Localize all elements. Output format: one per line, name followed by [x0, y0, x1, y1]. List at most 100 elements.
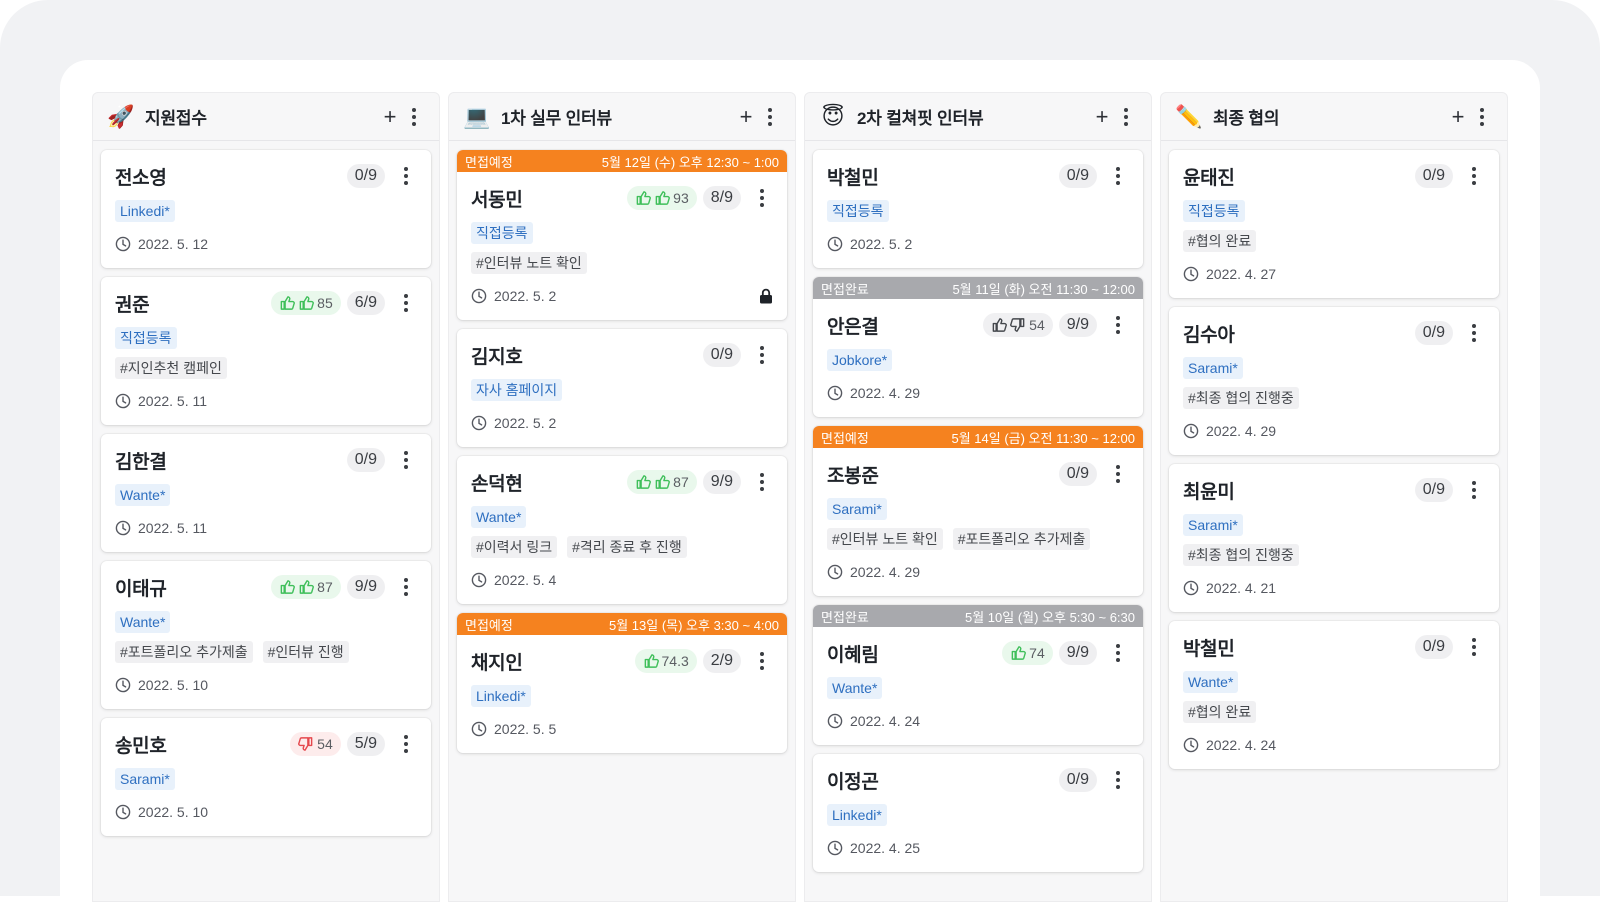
column-title: 2차 컬쳐핏 인터뷰: [857, 109, 984, 128]
tag-row: 직접등록: [115, 327, 417, 349]
clock-icon: [827, 840, 843, 856]
candidate-card[interactable]: 면접예정 5월 12일 (수) 오후 12:30 ~ 1:00 서동민 93 8/9 직접…: [457, 150, 787, 320]
applied-date: 2022. 4. 24: [850, 713, 921, 729]
candidate-card[interactable]: 박철민 0/9 Wante* #협의 완료 2022. 4. 24: [1169, 621, 1499, 769]
lock-icon: [760, 288, 772, 304]
tag-row: #최종 협의 진행중: [1183, 387, 1485, 409]
card-menu-button[interactable]: [1107, 767, 1129, 793]
candidate-card[interactable]: 김한결 0/9 Wante* 2022. 5. 11: [101, 434, 431, 552]
angel-face-icon: 😇: [821, 103, 845, 129]
tag-row: 자사 홈페이지: [471, 379, 773, 401]
tag-row: #이력서 링크 #격리 종료 후 진행: [471, 536, 773, 558]
applied-date-row: 2022. 5. 11: [115, 391, 417, 411]
card-menu-button[interactable]: [751, 648, 773, 674]
memo-tag: #최종 협의 진행중: [1183, 387, 1299, 409]
candidate-card[interactable]: 전소영 0/9 Linkedi* 2022. 5. 12: [101, 150, 431, 268]
laptop-icon: 💻: [463, 103, 491, 129]
card-menu-button[interactable]: [395, 163, 417, 189]
candidate-name: 서동민: [471, 189, 523, 211]
candidate-name: 김지호: [471, 346, 523, 368]
card-menu-button[interactable]: [1463, 163, 1485, 189]
card-menu-button[interactable]: [1107, 163, 1129, 189]
clock-icon: [115, 393, 131, 409]
card-menu-button[interactable]: [1463, 320, 1485, 346]
card-menu-button[interactable]: [395, 574, 417, 600]
card-menu-button[interactable]: [751, 185, 773, 211]
column-menu-button[interactable]: [403, 104, 425, 130]
applied-date-row: 2022. 5. 10: [115, 675, 417, 695]
add-card-button[interactable]: +: [1089, 104, 1115, 130]
candidate-card[interactable]: 면접예정 5월 13일 (목) 오후 3:30 ~ 4:00 채지인 74.3 2/9 L…: [457, 613, 787, 753]
card-menu-button[interactable]: [1463, 477, 1485, 503]
interview-time: 5월 11일 (화) 오전 11:30 ~ 12:00: [952, 281, 1135, 297]
candidate-card[interactable]: 박철민 0/9 직접등록 2022. 5. 2: [813, 150, 1143, 268]
candidate-card[interactable]: 면접예정 5월 14일 (금) 오전 11:30 ~ 12:00 조봉준 0/9 Sar…: [813, 426, 1143, 596]
candidate-card[interactable]: 권준 85 6/9 직접등록 #지인추천 캠페인 2022. 5. 11: [101, 277, 431, 425]
source-tag: Sarami*: [827, 498, 887, 520]
interview-time: 5월 14일 (금) 오전 11:30 ~ 12:00: [951, 430, 1135, 446]
card-header-row: 권준 85 6/9: [115, 287, 417, 319]
add-card-button[interactable]: +: [1445, 104, 1471, 130]
candidate-card[interactable]: 손덕현 87 9/9 Wante* #이력서 링크 #격리 종료 후 진행 2022. 5.…: [457, 456, 787, 604]
candidate-card[interactable]: 김지호 0/9 자사 홈페이지 2022. 5. 2: [457, 329, 787, 447]
column-header: 😇 2차 컬쳐핏 인터뷰 +: [805, 93, 1151, 141]
candidate-card[interactable]: 면접완료 5월 11일 (화) 오전 11:30 ~ 12:00 안은결 54 9/9 J…: [813, 277, 1143, 417]
card-body: 박철민 0/9 Wante* #협의 완료 2022. 4. 24: [1169, 621, 1499, 769]
card-menu-button[interactable]: [1107, 312, 1129, 338]
memo-tag: #인터뷰 노트 확인: [471, 252, 587, 274]
card-menu-button[interactable]: [751, 469, 773, 495]
tag-row: #최종 협의 진행중: [1183, 544, 1485, 566]
applied-date: 2022. 5. 12: [138, 236, 209, 252]
column-menu-button[interactable]: [1115, 104, 1137, 130]
candidate-card[interactable]: 윤태진 0/9 직접등록 #협의 완료 2022. 4. 27: [1169, 150, 1499, 298]
card-menu-button[interactable]: [395, 290, 417, 316]
evaluation-score: 74.3: [661, 653, 689, 669]
card-list: 면접예정 5월 12일 (수) 오후 12:30 ~ 1:00 서동민 93 8/9 직접…: [449, 141, 795, 753]
add-card-button[interactable]: +: [733, 104, 759, 130]
column-menu-button[interactable]: [759, 104, 781, 130]
evaluation-badge: 87: [627, 470, 697, 494]
card-menu-button[interactable]: [1107, 461, 1129, 487]
clock-icon: [1183, 423, 1199, 439]
source-tag: 직접등록: [827, 200, 889, 222]
add-card-button[interactable]: +: [377, 104, 403, 130]
card-menu-button[interactable]: [395, 447, 417, 473]
card-body: 채지인 74.3 2/9 Linkedi* 2022. 5. 5: [457, 635, 787, 753]
candidate-card[interactable]: 최윤미 0/9 Sarami* #최종 협의 진행중 2022. 4. 21: [1169, 464, 1499, 612]
clock-icon: [827, 564, 843, 580]
card-menu-button[interactable]: [1107, 640, 1129, 666]
column-menu-button[interactable]: [1471, 104, 1493, 130]
candidate-name: 손덕현: [471, 473, 523, 495]
source-tag: Wante*: [1183, 671, 1239, 693]
candidate-card[interactable]: 김수아 0/9 Sarami* #최종 협의 진행중 2022. 4. 29: [1169, 307, 1499, 455]
clock-icon: [115, 236, 131, 252]
source-tag: 직접등록: [471, 222, 533, 244]
candidate-name: 박철민: [1183, 638, 1235, 660]
candidate-card[interactable]: 송민호 54 5/9 Sarami* 2022. 5. 10: [101, 718, 431, 836]
card-body: 권준 85 6/9 직접등록 #지인추천 캠페인 2022. 5. 11: [101, 277, 431, 425]
pencil-icon: ✏️: [1175, 103, 1203, 129]
applied-date: 2022. 5. 11: [138, 520, 208, 536]
memo-tag: #지인추천 캠페인: [115, 357, 227, 379]
candidate-name: 이정곤: [827, 771, 879, 793]
memo-tag: #최종 협의 진행중: [1183, 544, 1299, 566]
applied-date-row: 2022. 5. 11: [115, 518, 417, 538]
source-tag: Wante*: [115, 611, 171, 633]
thumbs-up-icon: [1011, 646, 1027, 660]
card-header-row: 채지인 74.3 2/9: [471, 645, 773, 677]
applied-date: 2022. 5. 2: [494, 415, 557, 431]
card-menu-button[interactable]: [751, 342, 773, 368]
tag-row: Wante*: [471, 506, 773, 528]
applied-date-row: 2022. 4. 25: [827, 838, 1129, 858]
card-menu-button[interactable]: [395, 731, 417, 757]
column-header: ✏️ 최종 협의 +: [1161, 93, 1507, 141]
card-body: 김수아 0/9 Sarami* #최종 협의 진행중 2022. 4. 29: [1169, 307, 1499, 455]
thumbs-up-icon: [280, 296, 296, 310]
candidate-card[interactable]: 면접완료 5월 10일 (월) 오후 5:30 ~ 6:30 이혜림 74 9/9 Wan…: [813, 605, 1143, 745]
review-count-badge: 8/9: [702, 186, 741, 210]
review-count-badge: 0/9: [1058, 164, 1097, 188]
candidate-card[interactable]: 이정곤 0/9 Linkedi* 2022. 4. 25: [813, 754, 1143, 872]
candidate-card[interactable]: 이태규 87 9/9 Wante* #포트폴리오 추가제출 #인터뷰 진행 2022. 5.…: [101, 561, 431, 709]
card-menu-button[interactable]: [1463, 634, 1485, 660]
applied-date-row: 2022. 5. 4: [471, 570, 773, 590]
